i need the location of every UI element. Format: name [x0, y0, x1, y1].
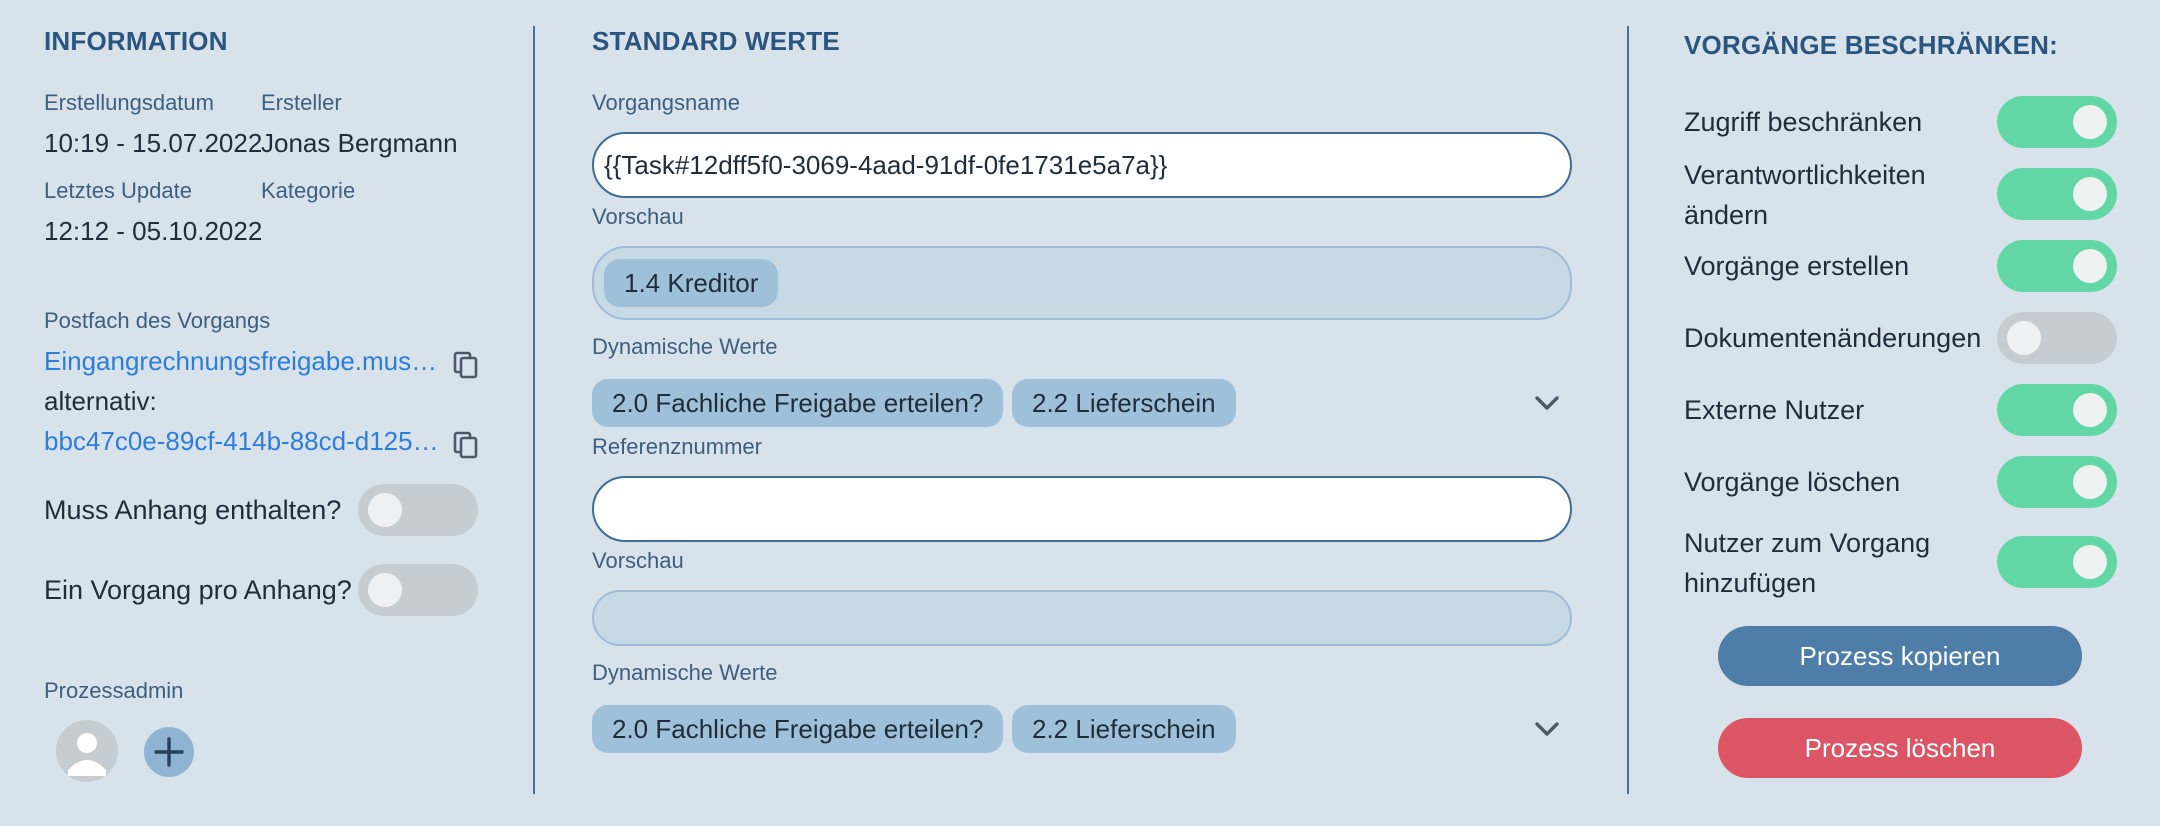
external-users-toggle[interactable]: [1997, 384, 2117, 436]
delete-processes-label: Vorgänge löschen: [1684, 467, 1901, 497]
category-label: Kategorie: [261, 178, 356, 203]
delete-process-button[interactable]: Prozess löschen: [1718, 718, 2082, 778]
document-changes-toggle[interactable]: [1997, 312, 2117, 364]
avatar[interactable]: [56, 720, 118, 782]
reference-number-input[interactable]: [592, 476, 1572, 542]
create-processes-label: Vorgänge erstellen: [1684, 251, 1910, 281]
attachment-required-label: Muss Anhang enthalten?: [44, 495, 342, 525]
created-date-value: 10:19 - 15.07.2022: [44, 128, 263, 158]
change-responsibilities-label: Verantwortlichkeiten ändern: [1684, 160, 1926, 230]
alternative-label: alternativ:: [44, 386, 157, 416]
mailbox-label: Postfach des Vorgangs: [44, 308, 271, 333]
standard-values-title: STANDARD WERTE: [592, 26, 840, 56]
toggle-knob: [2007, 321, 2041, 355]
creator-value: Jonas Bergmann: [261, 128, 458, 158]
copy-process-button[interactable]: Prozess kopieren: [1718, 626, 2082, 686]
chevron-down-icon[interactable]: [1532, 393, 1562, 413]
mailbox-address-link[interactable]: Eingangrechnungsfreigabe.mus…: [44, 346, 444, 377]
reference-number-label: Referenznummer: [592, 434, 762, 459]
delete-processes-toggle[interactable]: [1997, 456, 2117, 508]
toggle-knob: [368, 493, 402, 527]
column-divider: [1627, 26, 1629, 794]
process-admin-label: Prozessadmin: [44, 678, 184, 703]
add-users-label: Nutzer zum Vorgang hinzufügen: [1684, 528, 1931, 598]
document-changes-label: Dokumentenänderungen: [1684, 323, 1982, 353]
dynamic-value-chip[interactable]: 2.2 Lieferschein: [1012, 705, 1236, 753]
reference-preview: [592, 590, 1572, 646]
last-update-value: 12:12 - 05.10.2022: [44, 216, 263, 246]
one-per-attachment-toggle[interactable]: [358, 564, 478, 616]
change-responsibilities-toggle[interactable]: [1997, 168, 2117, 220]
attachment-required-toggle[interactable]: [358, 484, 478, 536]
dynamic-value-chip[interactable]: 2.2 Lieferschein: [1012, 379, 1236, 427]
dynamic-value-chip[interactable]: 2.0 Fachliche Freigabe erteilen?: [592, 379, 1004, 427]
task-name-preview: 1.4 Kreditor: [592, 246, 1572, 320]
information-title: INFORMATION: [44, 26, 228, 56]
toggle-knob: [2073, 465, 2107, 499]
standard-values-panel: STANDARD WERTE Vorgangsname {{Task#12dff…: [592, 0, 1572, 826]
copy-icon[interactable]: [452, 350, 480, 380]
toggle-knob: [2073, 105, 2107, 139]
toggle-knob: [2073, 545, 2107, 579]
add-admin-button[interactable]: [144, 727, 194, 777]
preview-label: Vorschau: [592, 548, 684, 573]
preview-chip: 1.4 Kreditor: [604, 259, 779, 307]
toggle-knob: [2073, 177, 2107, 211]
restrict-processes-panel: VORGÄNGE BESCHRÄNKEN: Zugriff beschränke…: [1684, 0, 2124, 826]
chevron-down-icon[interactable]: [1532, 719, 1562, 739]
created-date-label: Erstellungsdatum: [44, 90, 214, 115]
alternative-address-link[interactable]: bbc47c0e-89cf-414b-88cd-d125…: [44, 426, 444, 457]
creator-label: Ersteller: [261, 90, 342, 115]
preview-label: Vorschau: [592, 204, 684, 229]
restrict-access-toggle[interactable]: [1997, 96, 2117, 148]
task-name-input[interactable]: {{Task#12dff5f0-3069-4aad-91df-0fe1731e5…: [592, 132, 1572, 198]
dynamic-value-chip[interactable]: 2.0 Fachliche Freigabe erteilen?: [592, 705, 1004, 753]
column-divider: [533, 26, 535, 794]
toggle-knob: [2073, 249, 2107, 283]
external-users-label: Externe Nutzer: [1684, 395, 1865, 425]
one-per-attachment-label: Ein Vorgang pro Anhang?: [44, 575, 352, 605]
restrict-processes-title: VORGÄNGE BESCHRÄNKEN:: [1684, 30, 2059, 60]
copy-icon[interactable]: [452, 430, 480, 460]
create-processes-toggle[interactable]: [1997, 240, 2117, 292]
restrict-access-label: Zugriff beschränken: [1684, 107, 1923, 137]
toggle-knob: [2073, 393, 2107, 427]
information-panel: INFORMATION Erstellungsdatum Ersteller 1…: [44, 0, 484, 826]
add-users-toggle[interactable]: [1997, 536, 2117, 588]
last-update-label: Letztes Update: [44, 178, 192, 203]
dynamic-values-label: Dynamische Werte: [592, 334, 778, 359]
toggle-knob: [368, 573, 402, 607]
dynamic-values-label: Dynamische Werte: [592, 660, 778, 685]
task-name-label: Vorgangsname: [592, 90, 740, 115]
